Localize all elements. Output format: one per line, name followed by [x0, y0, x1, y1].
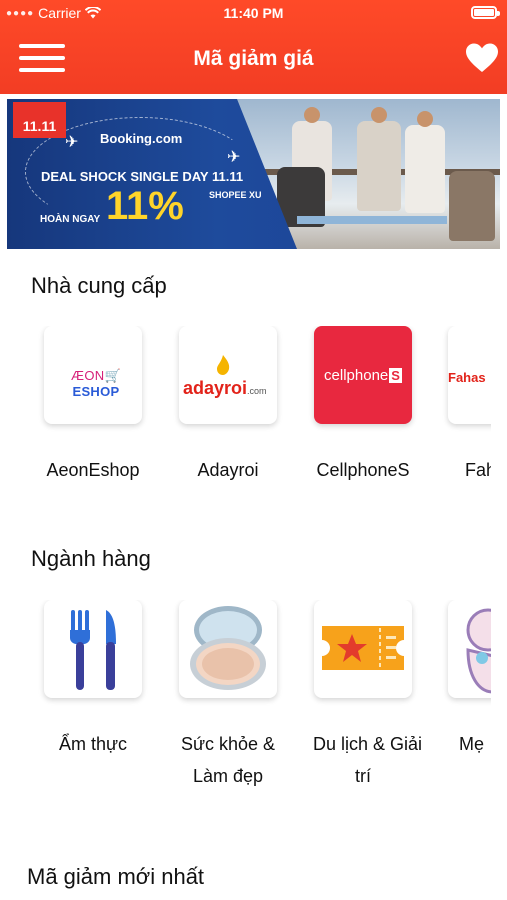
ticket-icon: [322, 626, 404, 670]
category-mother-baby[interactable]: Mẹ: [447, 600, 491, 760]
provider-adayroi[interactable]: adayroi.com Adayroi: [178, 326, 278, 486]
category-label: Sức khỏe &: [180, 734, 276, 754]
category-label-line2: trí: [355, 766, 371, 786]
category-health-beauty[interactable]: Sức khỏe & Làm đẹp: [178, 600, 278, 792]
category-label: Ẩm thực: [58, 734, 128, 754]
compact-powder-icon: [190, 606, 266, 690]
provider-cellphones[interactable]: cellphone S CellphoneS: [313, 326, 413, 486]
provider-logo: ÆON🛒ESHOP: [44, 326, 142, 424]
category-label: Du lịch & Giải: [313, 734, 423, 754]
status-time: 11:40 PM: [223, 5, 284, 21]
page-title: Mã giảm giá: [193, 47, 314, 70]
banner-currency: SHOPEE XU: [209, 190, 262, 200]
fork-knife-icon: [70, 610, 116, 690]
categories-title: Ngành hàng: [31, 546, 151, 571]
battery-icon: [471, 6, 500, 19]
airplane-icon: ✈: [227, 149, 241, 166]
providers-row[interactable]: ÆON🛒ESHOP AeonEshop adayroi.com Adayroi …: [0, 326, 491, 496]
provider-label: AeonEshop: [46, 460, 140, 480]
category-label-line2: Làm đẹp: [192, 766, 264, 786]
categories-row[interactable]: Ẩm thực Sức khỏe & Làm đẹp Du lịch & Giả…: [0, 600, 491, 800]
category-travel-entertainment[interactable]: Du lịch & Giải trí: [313, 600, 423, 792]
provider-label: CellphoneS: [316, 460, 410, 480]
banner-headline: DEAL SHOCK SINGLE DAY 11.11: [41, 169, 244, 184]
header-bar: ●●●● Carrier 11:40 PM Mã giảm giá: [0, 0, 507, 94]
flame-icon: [217, 355, 230, 375]
provider-label: Fahasa: [465, 460, 491, 480]
banner-cashback-label: HOÀN NGAY: [40, 214, 101, 225]
provider-logo: adayroi.com: [179, 326, 277, 424]
banner-brand: Booking.com: [100, 131, 183, 146]
cart-icon: 🛒: [104, 368, 121, 383]
providers-title: Nhà cung cấp: [31, 273, 167, 298]
baby-icon: [466, 608, 491, 694]
category-food[interactable]: Ẩm thực: [43, 600, 143, 760]
status-bar: ●●●● Carrier 11:40 PM: [0, 0, 507, 26]
sale-badge: 11.11: [13, 102, 66, 138]
provider-logo: Fahas: [448, 326, 491, 424]
banner-percent: 11%: [106, 184, 184, 228]
latest-title: Mã giảm mới nhất: [27, 864, 205, 889]
category-tile: [314, 600, 412, 698]
category-tile: [179, 600, 277, 698]
category-tile: [44, 600, 142, 698]
provider-fahasa[interactable]: Fahas Fahasa: [447, 326, 491, 486]
provider-label: Adayroi: [197, 460, 259, 480]
airplane-icon: ✈: [65, 134, 79, 151]
category-tile: [448, 600, 491, 698]
category-label: Mẹ: [459, 734, 485, 754]
promo-banner[interactable]: 11.11 ✈ ✈ Booking.com DEAL SHOCK SINGLE …: [7, 99, 500, 249]
heart-icon[interactable]: [465, 42, 499, 74]
provider-aeoneshop[interactable]: ÆON🛒ESHOP AeonEshop: [43, 326, 143, 486]
provider-logo: cellphone S: [314, 326, 412, 424]
